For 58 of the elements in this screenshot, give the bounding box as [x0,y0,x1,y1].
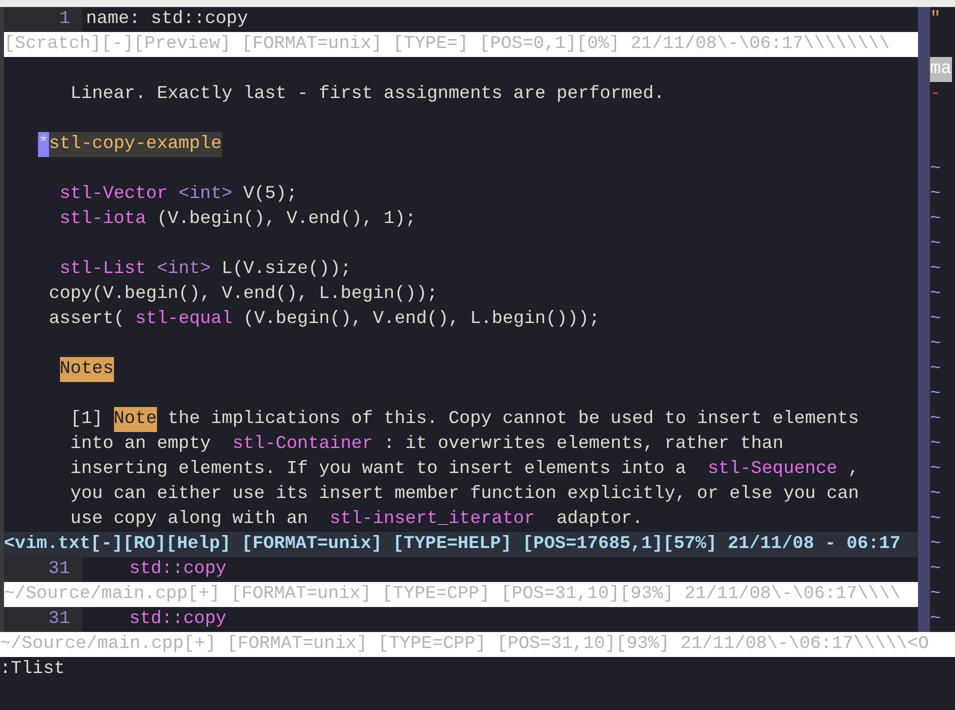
help-text: Linear. Exactly last - first assignments are performed. [70,83,665,106]
help-text: assert( [48,308,124,331]
tilde-marker: ~ [930,408,941,431]
tilde-marker: ~ [930,608,941,631]
tilde-marker: ~ [930,583,941,606]
code-text: name: std::copy [85,8,248,31]
help-heading: Note [114,407,157,432]
tilde-marker: ~ [930,308,941,331]
help-text: the implications of this. Copy cannot be used to insert elements [168,408,859,431]
tilde-marker: ~ [930,433,941,456]
type-text: <int> [178,183,232,206]
help-tag: stl-copy-example [48,132,222,157]
help-text: use copy along with an [70,508,308,531]
tilde-marker: ~ [930,508,941,531]
tilde-marker: ~ [930,458,941,481]
type-text: <int> [156,258,211,281]
tilde-marker: ~ [930,258,941,281]
help-link[interactable]: stl-iota [60,207,146,232]
tilde-marker: ~ [930,558,941,581]
help-text: , [848,458,859,481]
help-link[interactable]: stl-Vector [60,182,168,207]
tilde-marker: ~ [930,533,941,556]
tilde-marker: ~ [930,183,941,206]
tag-marker: * [38,132,49,157]
help-link[interactable]: stl-Container [232,432,373,457]
command-line[interactable]: :Tlist [0,657,955,682]
help-text: adaptor. [556,508,643,531]
tilde-marker: ~ [930,283,941,306]
help-text: copy(V.begin(), V.end(), L.begin()); [48,283,438,306]
help-text: you can either use its insert member function explicitly, or else you can [70,483,859,506]
code-text: std::copy [128,608,226,631]
help-text: (V.begin(), V.end(), L.begin())); [243,308,600,331]
help-text: V(5); [243,183,298,206]
help-link[interactable]: stl-Sequence [708,457,838,482]
help-text: [1] [70,408,103,431]
help-text: (V.begin(), V.end(), 1); [156,208,416,231]
help-link[interactable]: stl-equal [135,307,232,332]
comment-mark: " [930,8,941,31]
line-number: 31 [4,607,82,632]
help-heading: Notes [60,357,114,382]
line-number: 31 [4,557,82,582]
tilde-marker: ~ [930,233,941,256]
tilde-marker: ~ [930,383,941,406]
line-number: 1 [4,7,82,32]
tilde-marker: ~ [930,158,941,181]
code-text: std::copy [128,558,226,581]
help-link[interactable]: stl-insert_iterator [330,507,535,532]
tilde-marker: ~ [930,208,941,231]
help-text: L(V.size()); [222,258,352,281]
help-text: : it overwrites elements, rather than [384,433,784,456]
help-link[interactable]: stl-List [60,257,146,282]
error-mark: - [930,83,941,106]
help-text: into an empty [70,433,211,456]
tilde-marker: ~ [930,483,941,506]
help-text: inserting elements. If you want to insert elements into a [70,458,686,481]
tilde-marker: ~ [930,333,941,356]
tilde-marker: ~ [930,358,941,381]
highlighted-text: ma [930,57,952,82]
